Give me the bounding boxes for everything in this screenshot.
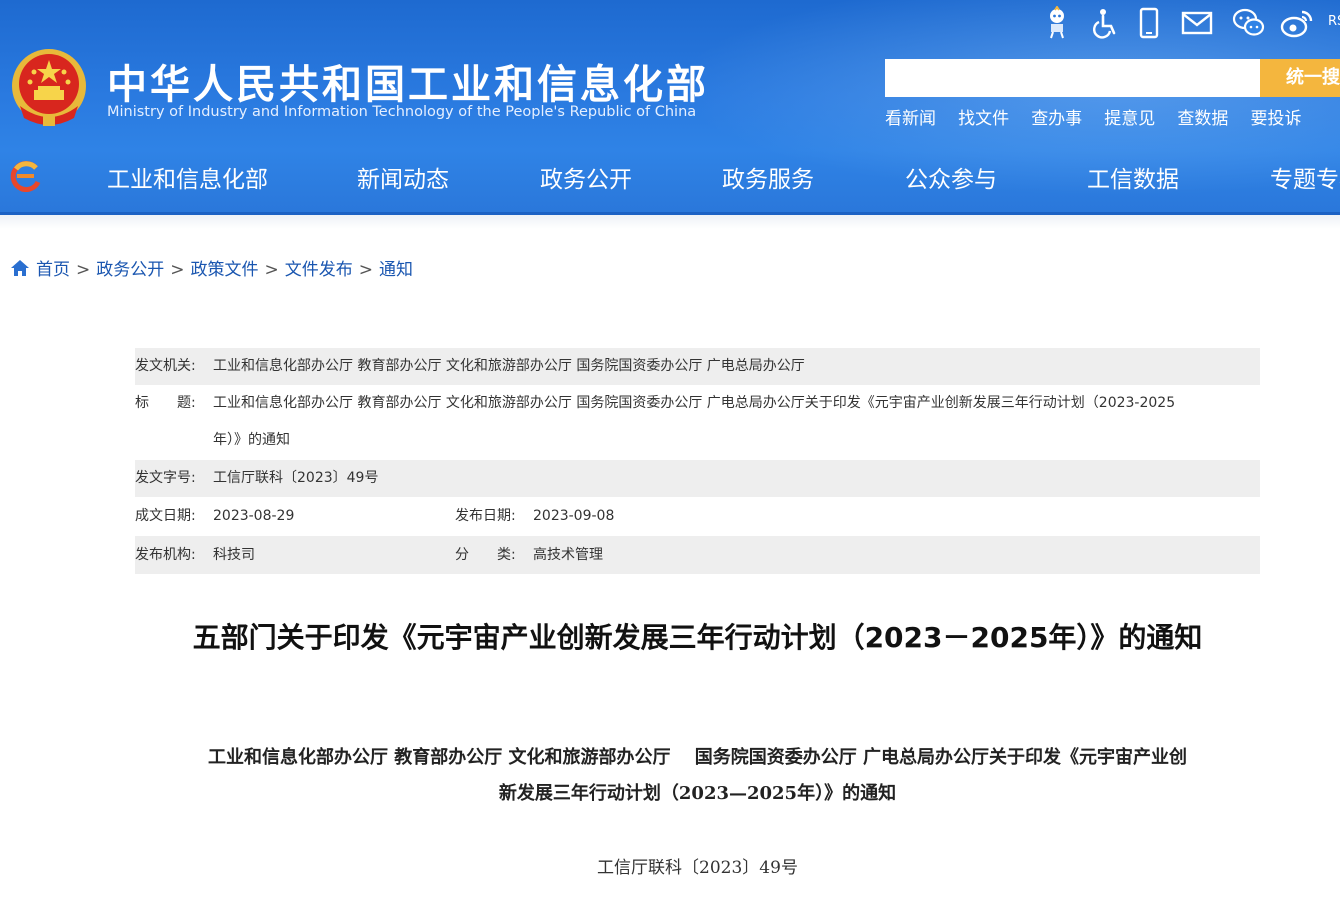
quick-link-news[interactable]: 看新闻 <box>885 109 936 129</box>
docno-label: 发文字号: <box>135 470 196 486</box>
quick-link-complaint[interactable]: 要投诉 <box>1250 109 1301 129</box>
nav-item-gov-services[interactable]: 政务服务 <box>722 160 814 194</box>
robot-icon[interactable] <box>1040 6 1074 40</box>
breadcrumb-separator: > <box>264 260 279 280</box>
site-title: 中华人民共和国工业和信息化部 <box>107 62 709 108</box>
nav-item-topics[interactable]: 专题专栏 <box>1270 160 1340 194</box>
breadcrumb-separator: > <box>170 260 185 280</box>
meta-row-issuer: 发文机关: 工业和信息化部办公厅 教育部办公厅 文化和旅游部办公厅 国务院国资委… <box>135 348 1260 385</box>
search-input[interactable] <box>885 59 1260 97</box>
breadcrumb-separator: > <box>76 260 91 280</box>
title-value-line2: 年）》的通知 <box>213 432 290 448</box>
breadcrumb-gov-affairs[interactable]: 政务公开 <box>96 260 164 280</box>
title-value-line1: 工业和信息化部办公厅 教育部办公厅 文化和旅游部办公厅 国务院国资委办公厅 广电… <box>213 395 1176 411</box>
issuer-label: 发文机关: <box>135 358 196 374</box>
quick-links: 看新闻 找文件 查办事 提意见 查数据 要投诉 <box>885 104 1318 130</box>
quick-link-services[interactable]: 查办事 <box>1031 109 1082 129</box>
mobile-icon[interactable] <box>1132 6 1166 40</box>
written-date-label: 成文日期: <box>135 508 196 524</box>
quick-link-files[interactable]: 找文件 <box>958 109 1009 129</box>
site-subtitle: Ministry of Industry and Information Tec… <box>107 104 697 120</box>
org-label: 发布机构: <box>135 547 196 563</box>
mail-icon[interactable] <box>1180 6 1214 40</box>
meta-row-docno: 发文字号: 工信厅联科〔2023〕49号 <box>135 460 1260 497</box>
meta-row-title: 标 题: 工业和信息化部办公厅 教育部办公厅 文化和旅游部办公厅 国务院国资委办… <box>135 385 1260 460</box>
org-value: 科技司 <box>213 547 255 563</box>
breadcrumb-separator: > <box>358 260 373 280</box>
nav-item-ministry[interactable]: 工业和信息化部 <box>107 160 268 194</box>
breadcrumb-file-release[interactable]: 文件发布 <box>285 260 353 280</box>
weibo-icon[interactable] <box>1280 6 1314 40</box>
breadcrumb-home[interactable]: 首页 <box>36 260 70 280</box>
quick-link-feedback[interactable]: 提意见 <box>1104 109 1155 129</box>
document-subtitle-line2: 新发展三年行动计划（2023—2025年）》的通知 <box>498 783 897 804</box>
header-shadow <box>0 215 1340 229</box>
docno-value: 工信厅联科〔2023〕49号 <box>213 470 379 486</box>
category-value: 高技术管理 <box>533 547 603 563</box>
nav-item-participation[interactable]: 公众参与 <box>905 160 997 194</box>
nav-item-news[interactable]: 新闻动态 <box>357 160 449 194</box>
rss-link[interactable]: RS <box>1328 14 1340 29</box>
meta-row-org: 发布机构: 科技司 分 类: 高技术管理 <box>135 536 1260 574</box>
written-date-value: 2023-08-29 <box>213 508 295 524</box>
search-button[interactable]: 统一搜 <box>1260 59 1340 97</box>
meta-row-dates: 成文日期: 2023-08-29 发布日期: 2023-09-08 <box>135 497 1260 536</box>
document-number: 工信厅联科〔2023〕49号 <box>597 858 798 878</box>
published-date-value: 2023-09-08 <box>533 508 615 524</box>
breadcrumb-policy-files[interactable]: 政策文件 <box>191 260 259 280</box>
title-label: 标 题: <box>135 395 196 411</box>
document-meta-table: 发文机关: 工业和信息化部办公厅 教育部办公厅 文化和旅游部办公厅 国务院国资委… <box>135 348 1260 574</box>
main-nav: 工业和信息化部 新闻动态 政务公开 政务服务 公众参与 工信数据 专题专栏 <box>0 140 1340 212</box>
site-header: 中华人民共和国工业和信息化部 Ministry of Industry and … <box>0 0 1340 215</box>
category-label: 分 类: <box>455 547 516 563</box>
wechat-icon[interactable] <box>1232 6 1266 40</box>
document-subtitle: 工业和信息化部办公厅 教育部办公厅 文化和旅游部办公厅 国务院国资委办公厅 广电… <box>135 740 1260 812</box>
top-icon-bar: RS <box>1040 6 1340 42</box>
accessibility-icon[interactable] <box>1088 6 1122 40</box>
document-title: 五部门关于印发《元宇宙产业创新发展三年行动计划（2023－2025年）》的通知 <box>192 621 1203 654</box>
quick-link-data[interactable]: 查数据 <box>1177 109 1228 129</box>
home-icon[interactable] <box>10 258 30 278</box>
published-date-label: 发布日期: <box>455 508 516 524</box>
nav-item-gov-affairs[interactable]: 政务公开 <box>540 160 632 194</box>
national-emblem-icon[interactable] <box>10 46 88 128</box>
breadcrumb: 首页 > 政务公开 > 政策文件 > 文件发布 > 通知 <box>10 255 413 280</box>
breadcrumb-notice[interactable]: 通知 <box>379 260 413 280</box>
nav-item-data[interactable]: 工信数据 <box>1087 160 1179 194</box>
miit-logo-icon[interactable] <box>8 160 42 192</box>
issuer-value: 工业和信息化部办公厅 教育部办公厅 文化和旅游部办公厅 国务院国资委办公厅 广电… <box>213 358 805 374</box>
document-subtitle-line1: 工业和信息化部办公厅 教育部办公厅 文化和旅游部办公厅 国务院国资委办公厅 广电… <box>207 747 1188 768</box>
